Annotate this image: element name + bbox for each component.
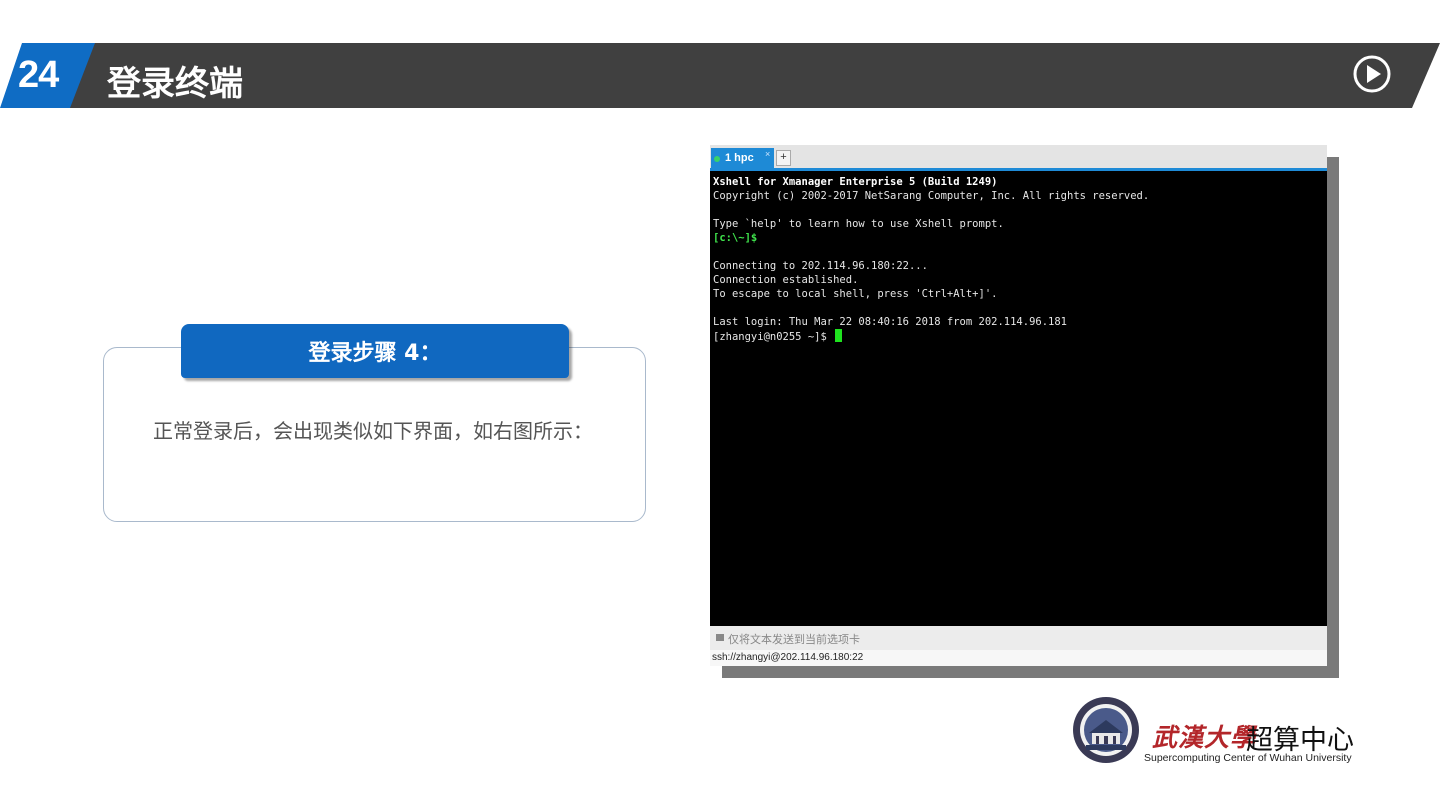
slide-number: 24 xyxy=(18,54,59,96)
console-line: To escape to local shell, press 'Ctrl+Al… xyxy=(713,288,998,300)
console-line: [zhangyi@n0255 ~]$ xyxy=(713,329,1323,343)
console-line: Connecting to 202.114.96.180:22... xyxy=(713,260,928,272)
console-line: Type `help' to learn how to use Xshell p… xyxy=(713,218,1004,230)
tab-bar: 1 hpc × + xyxy=(710,145,1327,171)
console-line: Connection established. xyxy=(713,274,859,286)
console-line: [c:\~]$ xyxy=(713,232,758,244)
console-line: Last login: Thu Mar 22 08:40:16 2018 fro… xyxy=(713,316,1068,328)
play-circle-icon[interactable] xyxy=(1353,55,1391,93)
connection-url: ssh://zhangyi@202.114.96.180:22 xyxy=(712,652,864,663)
university-seal-icon xyxy=(1073,697,1139,763)
xshell-window: 1 hpc × + Xshell for Xmanager Enterprise… xyxy=(710,145,1327,666)
logo-english-name: Supercomputing Center of Wuhan Universit… xyxy=(1144,752,1352,764)
terminal-cursor xyxy=(835,329,843,342)
step-heading-banner: 登录步骤 4： xyxy=(181,324,569,378)
step-description: 正常登录后，会出现类似如下界面，如右图所示： xyxy=(153,419,593,443)
new-tab-button[interactable]: + xyxy=(776,150,791,166)
send-text-label: 仅将文本发送到当前选项卡 xyxy=(728,633,860,646)
terminal-console[interactable]: Xshell for Xmanager Enterprise 5 (Build … xyxy=(713,175,1323,625)
slide-header: 24 登录终端 xyxy=(0,43,1440,108)
menu-icon xyxy=(716,634,724,641)
header-bar xyxy=(66,43,1440,108)
status-bar: ssh://zhangyi@202.114.96.180:22 xyxy=(710,650,1327,666)
console-line: Xshell for Xmanager Enterprise 5 (Build … xyxy=(713,176,998,188)
close-tab-icon[interactable]: × xyxy=(765,149,770,159)
console-line: Copyright (c) 2002-2017 NetSarang Comput… xyxy=(713,190,1150,202)
slide-title: 登录终端 xyxy=(107,64,243,104)
send-text-bar[interactable]: 仅将文本发送到当前选项卡 xyxy=(710,626,1327,650)
connection-status-icon xyxy=(714,156,720,162)
tab-hpc[interactable]: 1 hpc × xyxy=(711,148,774,169)
tab-label: 1 hpc xyxy=(725,152,754,164)
logo-university-name: 武漢大學 xyxy=(1152,723,1257,752)
step-heading: 登录步骤 4： xyxy=(308,341,442,366)
